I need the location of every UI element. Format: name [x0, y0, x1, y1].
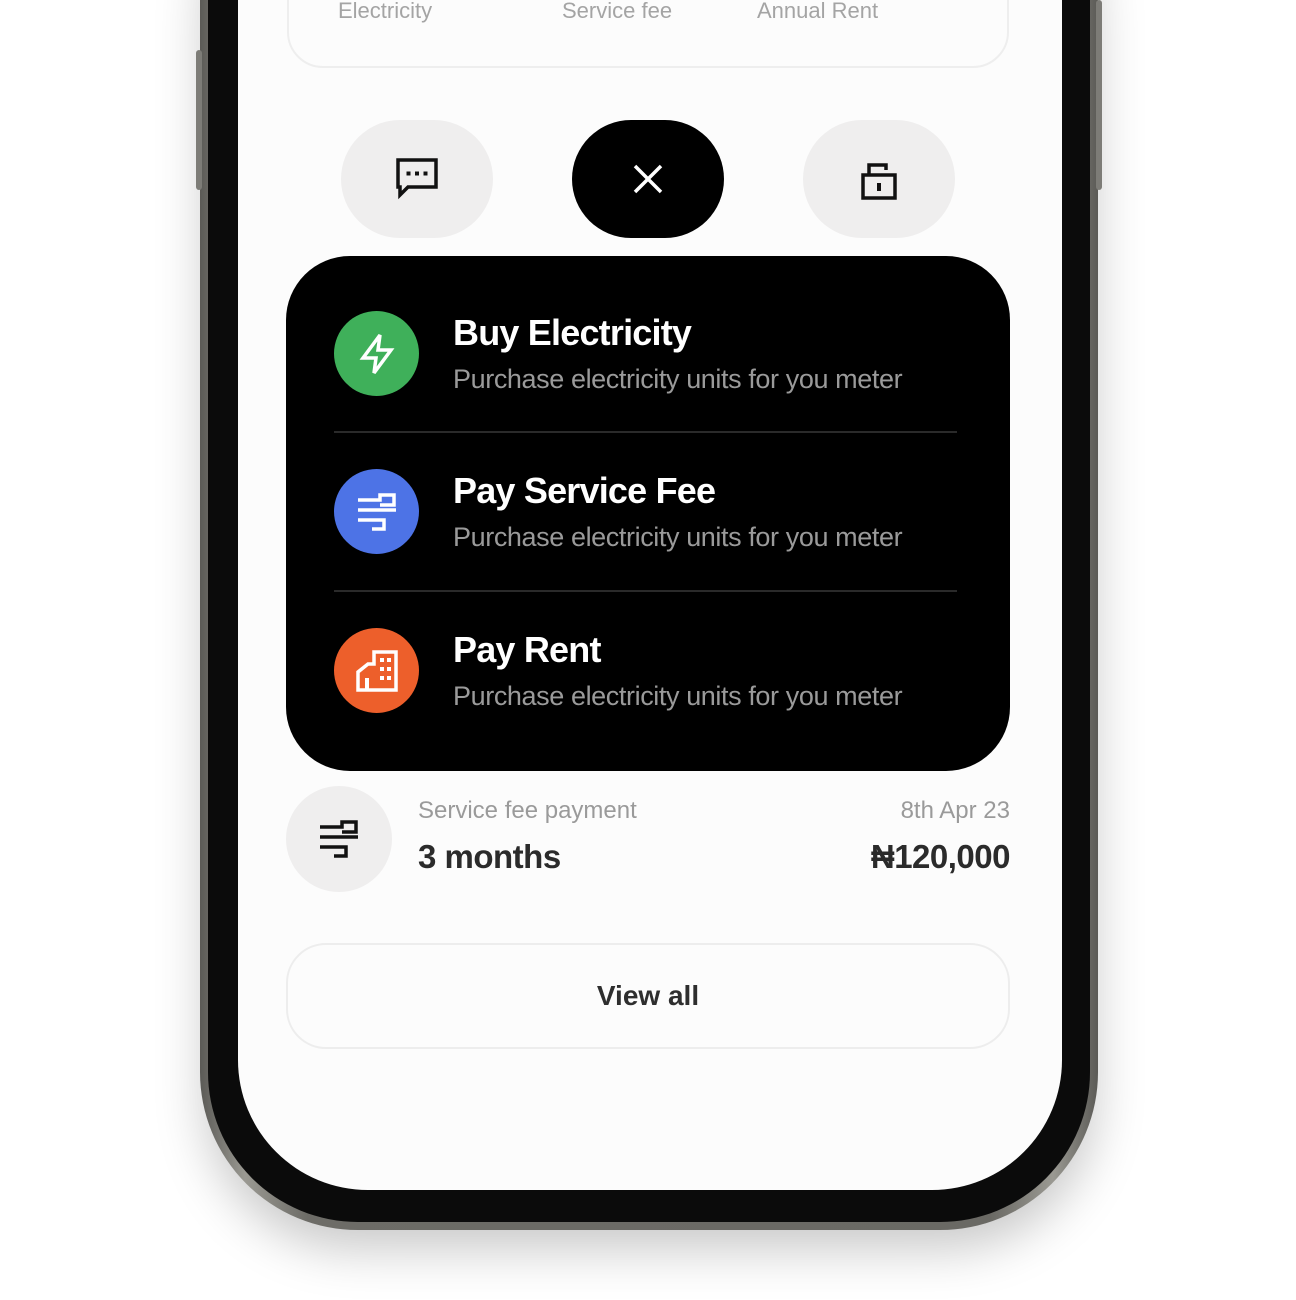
lock-button[interactable]	[803, 120, 955, 238]
message-button[interactable]	[341, 120, 493, 238]
quick-actions-menu: Buy Electricity Purchase electricity uni…	[286, 256, 1010, 771]
menu-item-pay-rent[interactable]: Pay Rent Purchase electricity units for …	[286, 573, 1010, 732]
lightning-icon	[359, 333, 394, 374]
close-button[interactable]	[572, 120, 724, 238]
menu-item-title: Pay Rent	[453, 629, 601, 670]
screen-content: Electricity Service fee Annual Rent Buy …	[238, 0, 1062, 1190]
summary-label-service-fee: Service fee	[562, 0, 673, 23]
wind-icon	[320, 820, 358, 858]
transaction-date: 8th Apr 23	[900, 797, 1010, 824]
menu-item-buy-electricity[interactable]: Buy Electricity Purchase electricity uni…	[286, 256, 1010, 415]
view-all-button[interactable]: View all	[286, 943, 1010, 1049]
wind-icon	[357, 492, 396, 531]
stage: Electricity Service fee Annual Rent Buy …	[0, 0, 1296, 1300]
side-button-left	[196, 50, 202, 190]
summary-label-electricity: Electricity	[338, 0, 433, 23]
transaction-icon	[286, 786, 392, 892]
transaction-amount: ₦120,000	[870, 838, 1011, 875]
menu-icon-circle	[334, 628, 419, 713]
menu-icon-circle	[334, 311, 419, 396]
menu-item-title: Buy Electricity	[453, 312, 692, 353]
close-icon	[633, 164, 663, 194]
building-icon	[355, 649, 398, 692]
menu-item-subtitle: Purchase electricity units for you meter	[453, 522, 903, 552]
side-button-right	[1096, 0, 1102, 190]
transaction-period: 3 months	[418, 838, 561, 875]
summary-card: Electricity Service fee Annual Rent	[287, 0, 1009, 68]
menu-item-pay-service-fee[interactable]: Pay Service Fee Purchase electricity uni…	[286, 414, 1010, 573]
menu-item-subtitle: Purchase electricity units for you meter	[453, 364, 903, 394]
transaction-label: Service fee payment	[418, 797, 637, 824]
menu-item-subtitle: Purchase electricity units for you meter	[453, 681, 903, 711]
message-dots-icon	[396, 158, 438, 200]
summary-label-annual-rent: Annual Rent	[757, 0, 879, 23]
menu-item-title: Pay Service Fee	[453, 470, 716, 511]
unlock-icon	[861, 163, 897, 200]
menu-icon-circle	[334, 469, 419, 554]
phone-screen: Electricity Service fee Annual Rent Buy …	[238, 0, 1062, 1190]
